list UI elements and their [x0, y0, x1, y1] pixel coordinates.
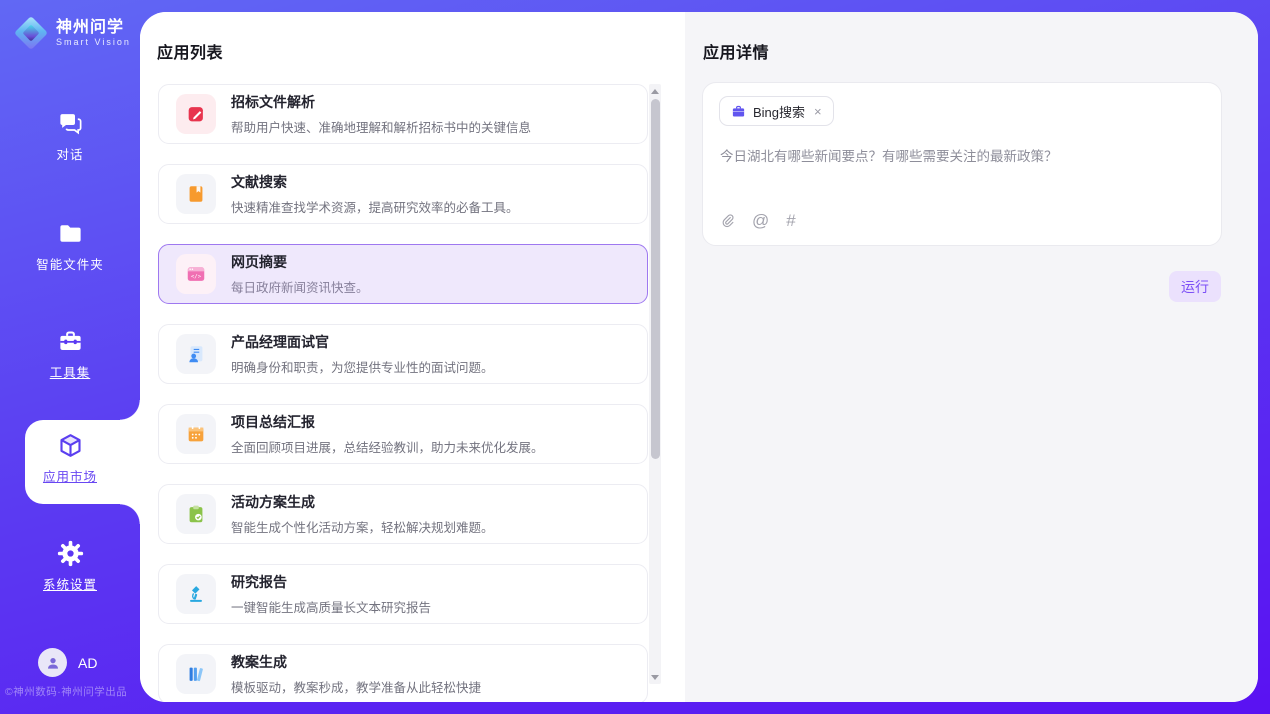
- book-icon: [185, 183, 207, 205]
- tag-close-icon[interactable]: ×: [814, 104, 822, 119]
- sidebar: 神州问学 Smart Vision 对话 智能文件夹: [0, 0, 140, 714]
- svg-text:</>: </>: [191, 274, 202, 280]
- toolbox-icon: [57, 328, 84, 355]
- sidebar-item-app-market[interactable]: 应用市场: [0, 432, 140, 485]
- sidebar-item-chat[interactable]: 对话: [0, 110, 140, 163]
- sidebar-item-toolset[interactable]: 工具集: [0, 328, 140, 381]
- run-button[interactable]: 运行: [1169, 271, 1221, 302]
- app-card-project-summary[interactable]: 项目总结汇报 全面回顾项目进展，总结经验教训，助力未来优化发展。: [158, 404, 648, 464]
- app-icon: [176, 334, 216, 374]
- sidebar-item-label: 工具集: [50, 362, 91, 381]
- app-card-title: 招标文件解析: [231, 92, 531, 112]
- sidebar-item-settings[interactable]: 系统设置: [0, 540, 140, 593]
- app-card-description: 明确身份和职责，为您提供专业性的面试问题。: [231, 357, 494, 376]
- microscope-icon: [185, 583, 207, 605]
- app-list-scrollbar[interactable]: [649, 84, 661, 684]
- app-list-title: 应用列表: [157, 39, 223, 63]
- avatar[interactable]: [38, 648, 67, 677]
- user-initials: AD: [78, 655, 97, 671]
- sidebar-item-label: 系统设置: [43, 574, 97, 593]
- sidebar-item-label: 对话: [56, 144, 83, 163]
- copyright-text: ©神州数码·神州问学出品: [5, 684, 140, 699]
- app-card-description: 每日政府新闻资讯快查。: [231, 277, 369, 296]
- gear-icon: [57, 540, 84, 567]
- prompt-input[interactable]: 今日湖北有哪些新闻要点？有哪些需要关注的最新政策？: [720, 145, 1200, 165]
- app-card-title: 文献搜索: [231, 172, 519, 192]
- app-icon: [176, 574, 216, 614]
- folder-icon: [57, 220, 84, 247]
- app-list: 招标文件解析 帮助用户快速、准确地理解和解析招标书中的关键信息 文献搜索 快速精…: [158, 84, 648, 702]
- app-card-title: 活动方案生成: [231, 492, 494, 512]
- clipboard-check-icon: [185, 503, 207, 525]
- tool-tag-label: Bing搜索: [753, 102, 805, 121]
- app-card-description: 快速精准查找学术资源，提高研究效率的必备工具。: [231, 197, 519, 216]
- app-card-description: 智能生成个性化活动方案，轻松解决规划难题。: [231, 517, 494, 536]
- sidebar-item-label: 应用市场: [43, 466, 97, 485]
- app-card-lesson-plan[interactable]: 教案生成 模板驱动，教案秒成，教学准备从此轻松快捷: [158, 644, 648, 702]
- app-icon: [176, 494, 216, 534]
- interview-person-icon: [185, 343, 207, 365]
- chat-icon: [57, 110, 84, 137]
- app-root: 神州问学 Smart Vision 对话 智能文件夹: [0, 0, 1270, 714]
- briefcase-icon: [731, 104, 746, 119]
- brand-diamond-icon: [14, 16, 48, 50]
- scroll-up-icon[interactable]: [649, 85, 661, 97]
- app-card-pm-interviewer[interactable]: 产品经理面试官 明确身份和职责，为您提供专业性的面试问题。: [158, 324, 648, 384]
- app-card-description: 全面回顾项目进展，总结经验教训，助力未来优化发展。: [231, 437, 544, 456]
- brand-name: 神州问学: [56, 19, 131, 37]
- app-card-bid-parsing[interactable]: 招标文件解析 帮助用户快速、准确地理解和解析招标书中的关键信息: [158, 84, 648, 144]
- prompt-card: Bing搜索 × 今日湖北有哪些新闻要点？有哪些需要关注的最新政策？ @ #: [702, 82, 1222, 246]
- document-edit-icon: [185, 103, 207, 125]
- content-container: 应用列表 招标文件解析 帮助用户快速、准确地理解和解析招标书中的关键信息: [140, 12, 1258, 702]
- app-card-research-report[interactable]: 研究报告 一键智能生成高质量长文本研究报告: [158, 564, 648, 624]
- app-card-title: 教案生成: [231, 652, 481, 672]
- app-card-title: 研究报告: [231, 572, 431, 592]
- hash-icon[interactable]: #: [786, 211, 795, 231]
- app-card-description: 一键智能生成高质量长文本研究报告: [231, 597, 431, 616]
- app-detail-panel: 应用详情 Bing搜索 × 今日湖北有哪些新闻要点？有哪些需要关注的最新政策？: [685, 12, 1258, 702]
- app-card-title: 产品经理面试官: [231, 332, 494, 352]
- brand-logo: 神州问学 Smart Vision: [14, 16, 131, 50]
- app-card-description: 模板驱动，教案秒成，教学准备从此轻松快捷: [231, 677, 481, 696]
- brand-subtitle: Smart Vision: [56, 37, 131, 47]
- app-icon: </>: [176, 254, 216, 294]
- app-card-description: 帮助用户快速、准确地理解和解析招标书中的关键信息: [231, 117, 531, 136]
- app-list-panel: 应用列表 招标文件解析 帮助用户快速、准确地理解和解析招标书中的关键信息: [140, 12, 685, 702]
- app-icon: [176, 654, 216, 694]
- app-card-web-summary[interactable]: </> 网页摘要 每日政府新闻资讯快查。: [158, 244, 648, 304]
- scroll-down-icon[interactable]: [649, 671, 661, 683]
- scrollbar-thumb[interactable]: [651, 99, 660, 459]
- app-card-title: 项目总结汇报: [231, 412, 544, 432]
- browser-code-icon: </>: [185, 263, 207, 285]
- sidebar-item-smart-folder[interactable]: 智能文件夹: [0, 220, 140, 273]
- mention-icon[interactable]: @: [752, 211, 769, 231]
- app-card-literature-search[interactable]: 文献搜索 快速精准查找学术资源，提高研究效率的必备工具。: [158, 164, 648, 224]
- tool-tag-bing-search[interactable]: Bing搜索 ×: [719, 96, 834, 126]
- books-icon: [185, 663, 207, 685]
- app-card-title: 网页摘要: [231, 252, 369, 272]
- calendar-report-icon: [185, 423, 207, 445]
- user-account[interactable]: AD: [38, 648, 97, 677]
- prompt-toolbar: @ #: [720, 211, 796, 231]
- paperclip-icon[interactable]: [720, 213, 735, 229]
- app-icon: [176, 94, 216, 134]
- app-icon: [176, 414, 216, 454]
- app-icon: [176, 174, 216, 214]
- cube-icon: [57, 432, 84, 459]
- app-card-event-plan[interactable]: 活动方案生成 智能生成个性化活动方案，轻松解决规划难题。: [158, 484, 648, 544]
- sidebar-item-label: 智能文件夹: [36, 254, 104, 273]
- app-detail-title: 应用详情: [703, 39, 769, 63]
- person-icon: [45, 655, 61, 671]
